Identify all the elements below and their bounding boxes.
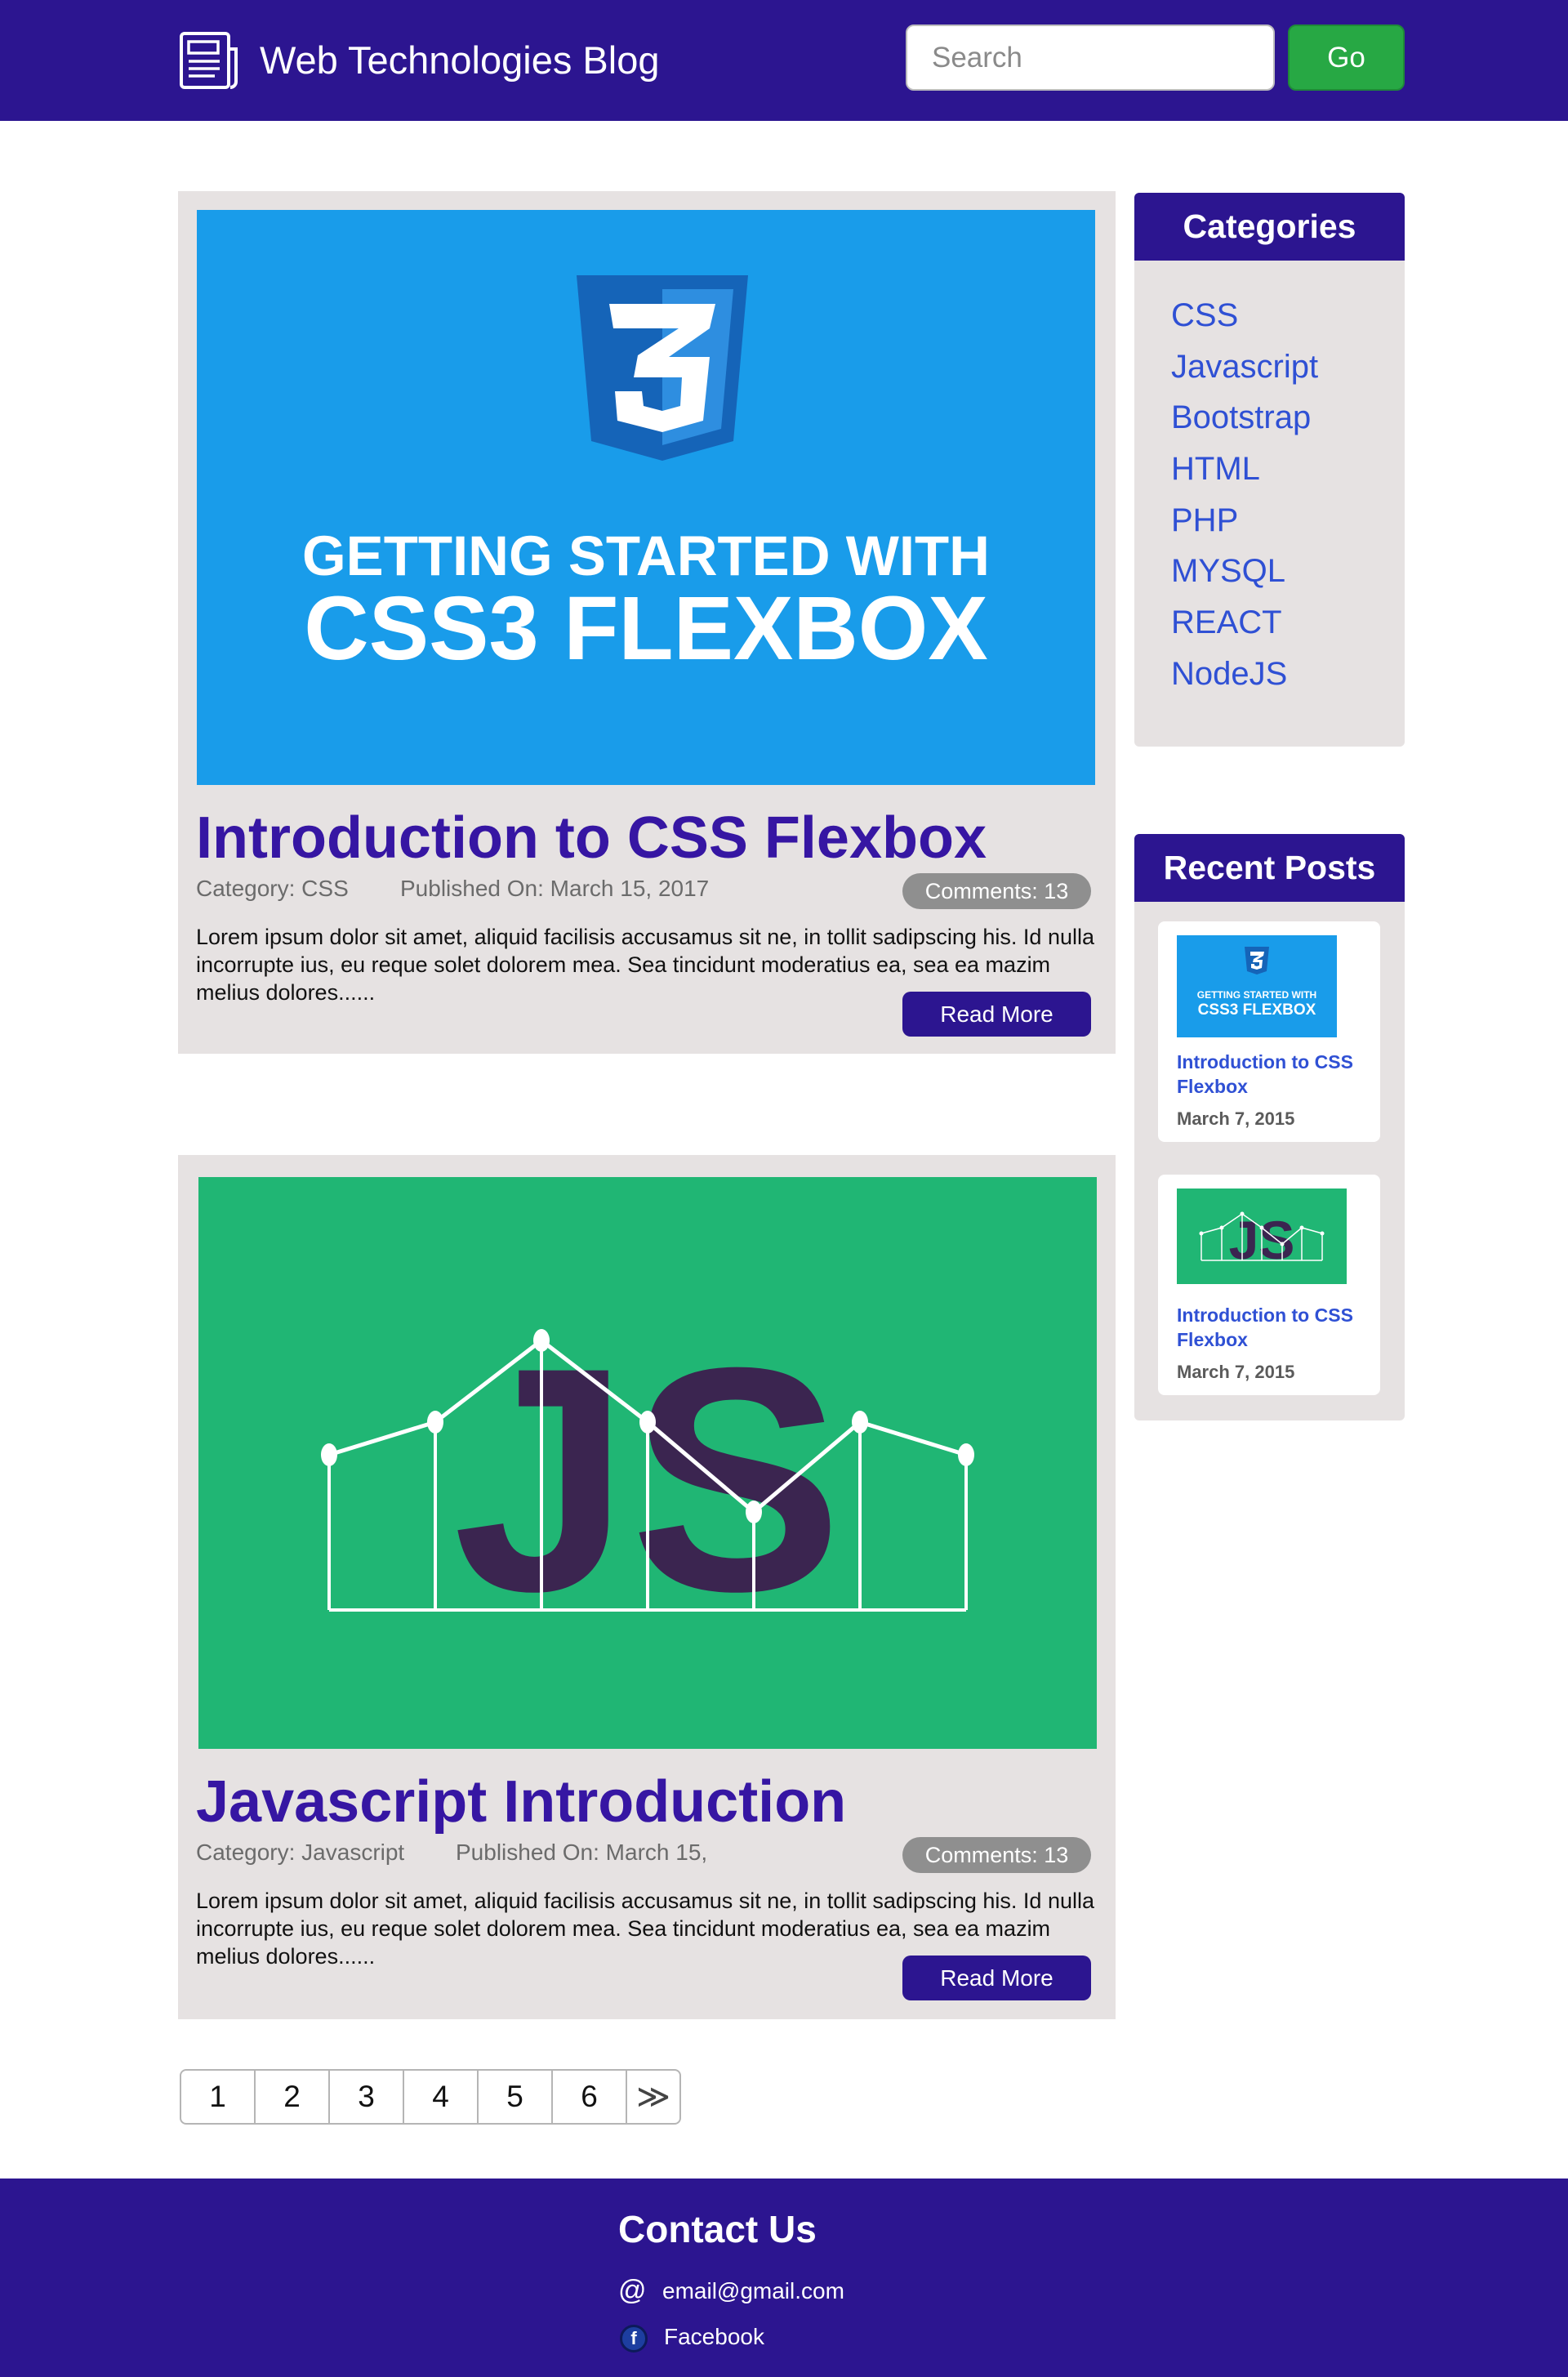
- category-link-html[interactable]: HTML: [1171, 448, 1318, 499]
- post-title[interactable]: Javascript Introduction: [196, 1769, 846, 1835]
- footer-title: Contact Us: [618, 2208, 817, 2250]
- category-link-mysql[interactable]: MYSQL: [1171, 550, 1318, 601]
- site-header: Web Technologies Blog Go: [0, 0, 1568, 121]
- pagination: 1 2 3 4 5 6 ≫: [180, 2069, 681, 2125]
- recent-post-card[interactable]: JS Introduction to CSS Flexbox March 7, …: [1158, 1175, 1380, 1395]
- page-link-4[interactable]: 4: [404, 2071, 479, 2123]
- comments-badge[interactable]: Comments: 13: [902, 873, 1091, 909]
- recent-post-date: March 7, 2015: [1177, 1108, 1295, 1129]
- email-link[interactable]: email@gmail.com: [662, 2278, 844, 2304]
- facebook-link[interactable]: Facebook: [664, 2324, 764, 2350]
- categories-heading: Categories: [1134, 193, 1405, 261]
- categories-panel: Categories CSS Javascript Bootstrap HTML…: [1134, 193, 1405, 747]
- go-button[interactable]: Go: [1288, 25, 1405, 91]
- facebook-icon[interactable]: f: [620, 2325, 648, 2352]
- page-link-2[interactable]: 2: [256, 2071, 330, 2123]
- newspaper-icon[interactable]: [179, 31, 239, 90]
- post-image-css3-flexbox[interactable]: GETTING STARTED WITH CSS3 FLEXBOX: [197, 210, 1095, 785]
- svg-text:CSS3 FLEXBOX: CSS3 FLEXBOX: [1198, 1001, 1316, 1019]
- site-footer: Contact Us @ email@gmail.com f Facebook: [0, 2179, 1568, 2377]
- category-link-nodejs[interactable]: NodeJS: [1171, 653, 1318, 704]
- post-date: Published On: March 15,: [456, 1840, 708, 1865]
- post-card: JS Javascript Introduction Category: Jav…: [178, 1155, 1116, 2019]
- css3-shield-icon: [577, 275, 748, 461]
- at-sign-icon: @: [618, 2275, 647, 2306]
- recent-post-card[interactable]: GETTING STARTED WITH CSS3 FLEXBOX Introd…: [1158, 921, 1380, 1142]
- page-link-5[interactable]: 5: [479, 2071, 553, 2123]
- post-date: Published On: March 15, 2017: [400, 876, 710, 901]
- category-list: CSS Javascript Bootstrap HTML PHP MYSQL …: [1171, 294, 1318, 704]
- recent-post-thumbnail[interactable]: JS: [1177, 1188, 1347, 1284]
- search-input[interactable]: [906, 25, 1275, 91]
- post-title[interactable]: Introduction to CSS Flexbox: [196, 805, 987, 871]
- category-link-bootstrap[interactable]: Bootstrap: [1171, 396, 1318, 448]
- comments-badge[interactable]: Comments: 13: [902, 1837, 1091, 1873]
- recent-posts-heading: Recent Posts: [1134, 834, 1405, 902]
- recent-post-title[interactable]: Introduction to CSS Flexbox: [1177, 1303, 1373, 1352]
- recent-post-title[interactable]: Introduction to CSS Flexbox: [1177, 1050, 1373, 1099]
- category-link-react[interactable]: REACT: [1171, 601, 1318, 653]
- page-link-6[interactable]: 6: [553, 2071, 627, 2123]
- post-category: Category: Javascript: [196, 1840, 405, 1865]
- category-link-php[interactable]: PHP: [1171, 499, 1318, 551]
- site-title[interactable]: Web Technologies Blog: [260, 36, 659, 85]
- read-more-button[interactable]: Read More: [902, 1956, 1091, 2000]
- post-category: Category: CSS: [196, 876, 349, 901]
- svg-text:GETTING STARTED WITH: GETTING STARTED WITH: [1197, 989, 1316, 1001]
- post-card: GETTING STARTED WITH CSS3 FLEXBOX Introd…: [178, 191, 1116, 1054]
- double-chevron-right-icon[interactable]: ≫: [627, 2071, 679, 2123]
- post-image-line2: CSS3 FLEXBOX: [304, 578, 987, 679]
- read-more-button[interactable]: Read More: [902, 992, 1091, 1037]
- page-link-3[interactable]: 3: [330, 2071, 404, 2123]
- recent-post-date: March 7, 2015: [1177, 1362, 1295, 1382]
- post-image-javascript[interactable]: JS: [198, 1177, 1097, 1749]
- category-link-javascript[interactable]: Javascript: [1171, 346, 1318, 397]
- page-link-1[interactable]: 1: [181, 2071, 256, 2123]
- recent-post-thumbnail[interactable]: GETTING STARTED WITH CSS3 FLEXBOX: [1177, 935, 1337, 1037]
- recent-posts-panel: Recent Posts GETTING STARTED WITH CSS3 F…: [1134, 834, 1405, 1420]
- category-link-css[interactable]: CSS: [1171, 294, 1318, 346]
